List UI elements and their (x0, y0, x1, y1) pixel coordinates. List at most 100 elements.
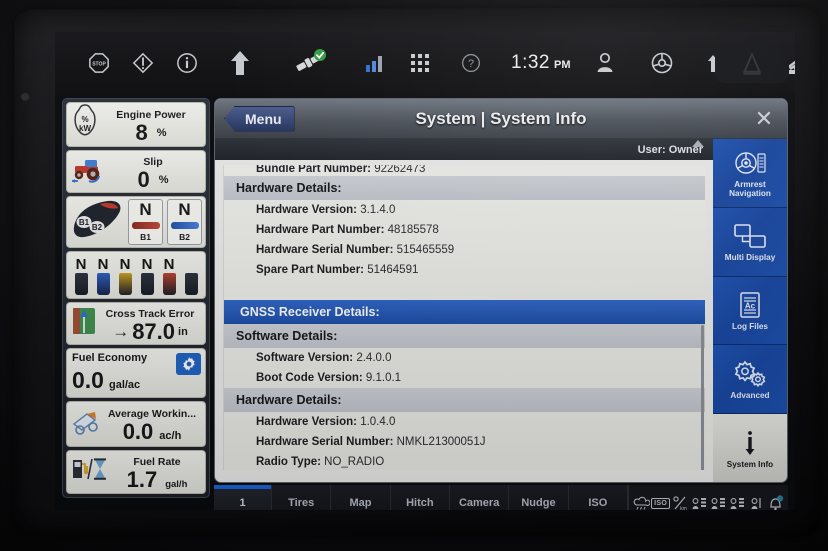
section-header-secondary: Hardware Details: (224, 176, 705, 200)
weather-cloud-icon[interactable] (633, 493, 650, 510)
clock[interactable]: 1:32 PM (501, 50, 580, 76)
implement-2-icon[interactable] (710, 493, 727, 510)
clock-time: 1:32 (511, 52, 550, 74)
lever-4[interactable]: N (141, 257, 154, 295)
tab-tires[interactable]: Tires (272, 485, 331, 510)
tab-iso[interactable]: ISO (569, 485, 628, 510)
info-row-value: 92262473 (374, 165, 425, 175)
b2-gear-indicator[interactable]: N B2 (167, 199, 202, 245)
tab-1[interactable]: 1 (214, 485, 272, 510)
status-tray: ISO km (628, 485, 788, 510)
fuel-rate-value: 1.7 (127, 469, 158, 491)
tab-nudge[interactable]: Nudge (509, 485, 568, 510)
info-row-key: Spare Part Number: (256, 264, 367, 276)
joystick-buttons-card[interactable]: B1 B2 N B1 N B2 (66, 196, 206, 248)
info-row: Hardware Version: 1.0.4.0 (224, 412, 705, 432)
scroll-up-caret-icon[interactable] (692, 140, 704, 147)
gnss-satellite-ok-icon[interactable] (288, 44, 332, 82)
section-header-primary: GNSS Receiver Details: (224, 300, 705, 324)
implement-3-icon[interactable] (729, 493, 746, 510)
lever-5[interactable]: N (163, 257, 176, 295)
info-icon[interactable] (170, 44, 204, 82)
sidebar-item-advanced[interactable]: Advanced (713, 345, 787, 414)
fuel-economy-value: 0.0 (72, 367, 104, 394)
iso-bus-icon[interactable]: ISO (652, 493, 669, 510)
vertical-scrollbar[interactable] (701, 325, 704, 470)
signal-bars-icon[interactable] (359, 44, 393, 82)
lever-1-gear: N (76, 257, 87, 272)
menu-button[interactable]: Menu (224, 106, 295, 132)
lever-6[interactable] (185, 272, 198, 295)
sidebar-item-system-info[interactable]: System Info (713, 414, 787, 482)
fuel-economy-card[interactable]: Fuel Economy 0.0 gal/ac (66, 348, 206, 398)
app-grid-icon[interactable] (403, 44, 437, 82)
info-row-value: 48185578 (388, 224, 439, 236)
lever-2-gear: N (98, 257, 109, 272)
fuel-economy-unit: gal/ac (109, 379, 140, 391)
info-row-value: NO_RADIO (324, 456, 384, 468)
info-row-key: Hardware Version: (256, 416, 360, 428)
info-row-value: 51464591 (367, 264, 418, 276)
info-row: Hardware Version: 3.1.4.0 (224, 200, 705, 220)
user-profile-icon[interactable] (588, 44, 622, 82)
lever-2[interactable]: N (97, 257, 110, 295)
implement-1-icon[interactable] (690, 493, 707, 510)
sidebar-item-multi-display[interactable]: Multi Display (713, 208, 787, 277)
slip-card[interactable]: Slip 0 % (66, 150, 206, 193)
engine-power-unit: % (157, 127, 167, 139)
page-title: System | System Info (215, 109, 787, 129)
average-working-unit: ac/h (159, 430, 181, 442)
steering-autotrac-icon[interactable] (645, 44, 679, 82)
sidebar-item-advanced-label: Advanced (730, 391, 769, 400)
stop-icon[interactable]: STOP (82, 44, 116, 82)
info-row-value: 3.1.4.0 (360, 204, 395, 216)
system-info-rows: Bundle Part Number: 92262473Hardware Det… (224, 165, 705, 470)
info-row: Hardware Part Number: 48185578 (224, 220, 705, 240)
average-working-value: 0.0 (123, 421, 154, 443)
speed-icon[interactable]: km (671, 493, 688, 510)
b2-gear-label: B2 (179, 232, 190, 242)
log-files-icon: Ac (738, 290, 762, 320)
system-info-scroll-area[interactable]: Bundle Part Number: 92262473Hardware Det… (223, 165, 705, 470)
lever-3[interactable]: N (119, 257, 132, 295)
lever-2-stick (97, 273, 110, 295)
engine-power-card[interactable]: % kW Engine Power 8 % (66, 102, 206, 147)
tab-camera[interactable]: Camera (450, 485, 509, 510)
display-brightness-icon[interactable] (715, 43, 789, 83)
advanced-gears-icon (733, 359, 767, 389)
tab-hitch[interactable]: Hitch (391, 485, 450, 510)
lever-3-gear: N (120, 257, 131, 272)
sidebar-item-armrest-navigation[interactable]: ArmrestNavigation (713, 139, 787, 208)
average-working-card[interactable]: Average Workin... 0.0 ac/h (66, 401, 206, 447)
fuel-rate-title: Fuel Rate (113, 453, 201, 468)
sidebar-item-system-info-label: System Info (727, 460, 773, 469)
info-row: Spare Part Number: 51464591 (224, 260, 705, 280)
clock-ampm: PM (554, 59, 571, 71)
svg-text:B2: B2 (92, 223, 103, 232)
info-row-key: Bundle Part Number: (256, 165, 374, 175)
joystick-icon: B1 B2 (70, 197, 124, 248)
sidebar-item-log-files[interactable]: Ac Log Files (713, 277, 787, 346)
fuel-rate-card[interactable]: Fuel Rate 1.7 gal/h (66, 450, 206, 494)
info-row-value: 515465559 (397, 244, 455, 256)
cross-track-error-card[interactable]: Cross Track Error → 87.0 in (66, 302, 206, 345)
warning-diamond-icon[interactable] (126, 44, 160, 82)
iso-badge-label: ISO (651, 498, 670, 509)
close-icon[interactable]: ✕ (751, 106, 777, 132)
fuel-economy-settings-button[interactable] (176, 353, 201, 375)
hydraulic-levers-card[interactable]: N N N N N (66, 251, 206, 299)
cross-track-error-value: 87.0 (132, 321, 175, 343)
notification-bell-icon[interactable] (767, 493, 784, 510)
lever-1[interactable]: N (75, 257, 88, 295)
implement-4-icon[interactable] (748, 493, 765, 510)
sidebar-item-log-files-label: Log Files (732, 322, 768, 331)
info-row-key: Software Version: (256, 352, 356, 364)
tab-map[interactable]: Map (331, 485, 390, 510)
info-row-key: Hardware Part Number: (256, 224, 388, 236)
engine-power-icon: % kW (71, 103, 101, 146)
up-arrow-icon[interactable] (223, 44, 257, 82)
content-area: User: Owner Bundle Part Number: 92262473… (215, 139, 713, 482)
b1-gear-indicator[interactable]: N B1 (128, 199, 163, 245)
help-icon[interactable]: ? (454, 44, 488, 82)
lever-4-stick (141, 273, 154, 295)
